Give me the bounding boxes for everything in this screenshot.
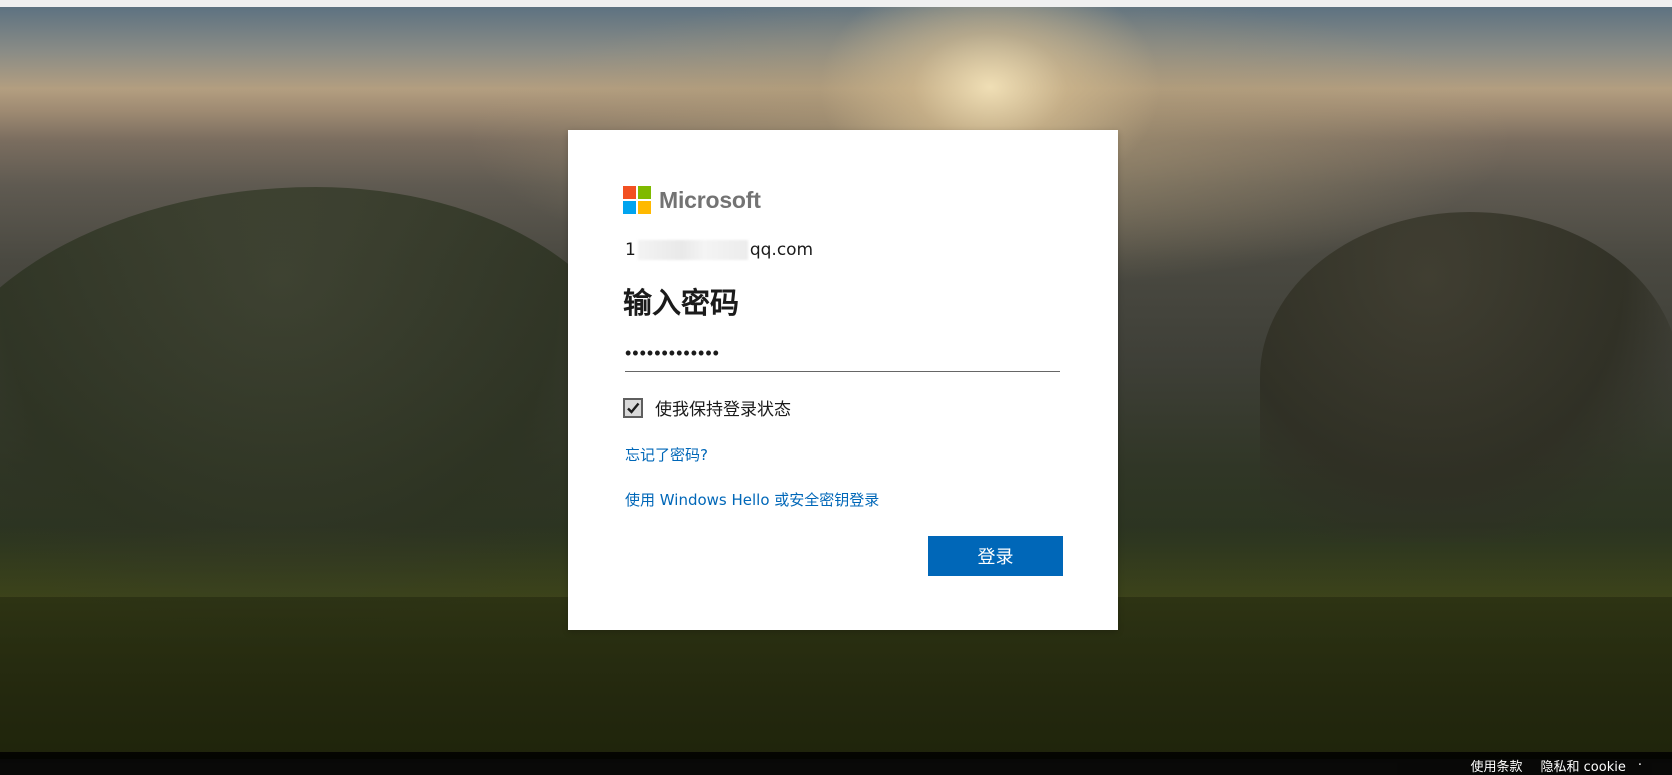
footer-links: 使用条款 隐私和 cookie · [1471,756,1642,775]
signin-button[interactable]: 登录 [928,536,1063,576]
background-mountain-right [1260,212,1672,542]
microsoft-logo-text: Microsoft [659,186,761,213]
keep-signed-in-row[interactable]: 使我保持登录状态 [623,395,791,420]
identity-redacted-block [637,240,748,260]
account-identity: 1 qq.com [625,240,813,260]
keep-signed-in-checkbox[interactable] [623,397,643,418]
footer-more-button[interactable]: · [1638,758,1642,773]
browser-top-strip [0,0,1672,7]
terms-of-use-link[interactable]: 使用条款 [1471,756,1523,775]
checkmark-icon [627,402,640,414]
keep-signed-in-label: 使我保持登录状态 [655,400,791,420]
forgot-password-link[interactable]: 忘记了密码? [625,444,708,465]
microsoft-logo: Microsoft [623,186,761,214]
windows-hello-signin-link[interactable]: 使用 Windows Hello 或安全密钥登录 [625,489,879,510]
page-footer: 使用条款 隐私和 cookie · [0,752,1672,775]
identity-prefix: 1 [625,240,636,260]
page-title: 输入密码 [623,286,740,320]
privacy-cookies-link[interactable]: 隐私和 cookie [1541,756,1626,775]
password-input[interactable] [625,335,1060,372]
identity-suffix: qq.com [749,240,814,260]
login-page: Microsoft 1 qq.com 输入密码 使我保持登录状态 忘记了密码? … [0,0,1672,775]
signin-card: Microsoft 1 qq.com 输入密码 使我保持登录状态 忘记了密码? … [568,130,1118,630]
microsoft-logo-icon [623,186,651,214]
